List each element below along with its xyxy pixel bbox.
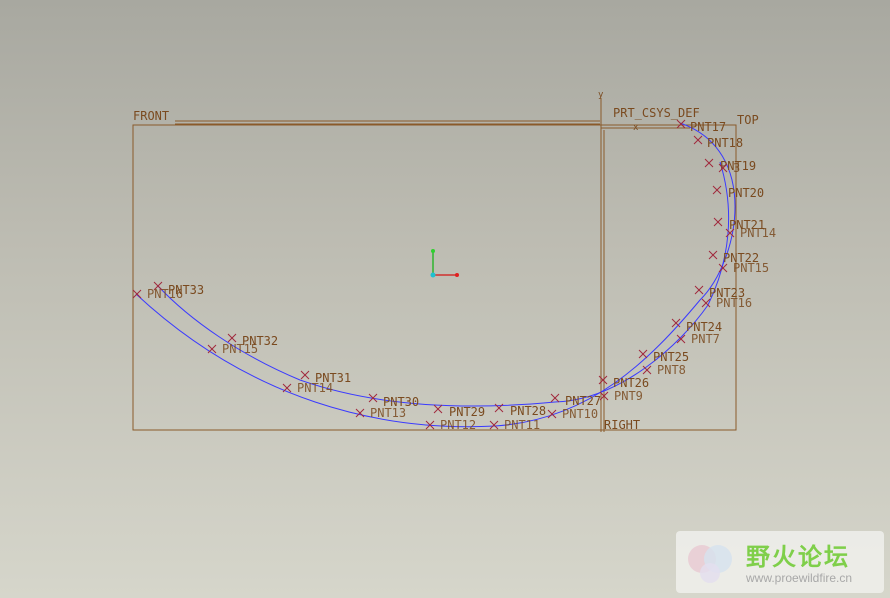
csys-name-label: PRT_CSYS_DEF [613,106,700,120]
point-marker-pnt26[interactable] [598,375,608,385]
point-marker-pnt31[interactable] [300,370,310,380]
inner-point-marker-12[interactable] [282,383,292,393]
inner-point-tag: PNT16 [147,287,183,301]
inner-point-marker-13[interactable] [207,344,217,354]
inner-point-tag: PNT14 [297,381,333,395]
datum-points: PNT17PNT18PNT19PNT20PNT21PNT22PNT23PNT24… [132,119,776,432]
inner-point-tag: PNT15 [222,342,258,356]
top-plane-label: TOP [737,113,759,127]
inner-point-tag: PNT11 [504,418,540,432]
point-label-pnt27: PNT27 [565,394,601,408]
watermark-url: www.proewildfire.cn [746,571,853,585]
inner-point-marker-6[interactable] [642,365,652,375]
point-marker-pnt32[interactable] [227,333,237,343]
orientation-triad-icon [430,249,459,278]
butterfly-logo-icon [688,545,732,583]
watermark-title: 野火论坛 [746,543,850,571]
forum-watermark: 野火论坛 www.proewildfire.cn [676,531,884,593]
prt-csys-def[interactable]: y x PRT_CSYS_DEF [598,90,700,133]
right-plane-label: RIGHT [604,418,640,432]
inner-point-tag: PNT16 [716,296,752,310]
inner-point-tag: PNT9 [614,389,643,403]
point-label-pnt18: PNT18 [707,136,743,150]
inner-point-tag: PNT15 [733,261,769,275]
point-marker-pnt25[interactable] [638,349,648,359]
point-marker-pnt29[interactable] [433,404,443,414]
inner-point-tag: PNT8 [657,363,686,377]
point-marker-pnt23[interactable] [694,285,704,295]
point-marker-pnt22[interactable] [708,250,718,260]
point-label-pnt29: PNT29 [449,405,485,419]
model-viewport[interactable]: FRONT TOP RIGHT y x PRT_CSYS_DEF PNT17 PN… [0,0,890,598]
point-label-pnt28: PNT28 [510,404,546,418]
inner-point-tag: PNT13 [370,406,406,420]
point-marker-pnt27[interactable] [550,393,560,403]
inner-point-marker-11[interactable] [355,408,365,418]
point-marker-pnt24[interactable] [671,318,681,328]
point-label-pnt20: PNT20 [728,186,764,200]
point-label-pnt17: PNT17 [690,120,726,134]
inner-point-marker-9[interactable] [489,420,499,430]
point-marker-pnt21[interactable] [713,217,723,227]
inner-point-tag: PNT14 [740,226,776,240]
inner-point-tag: PNT12 [440,418,476,432]
csys-x-label: x [633,123,639,133]
point-label-pnt26: PNT26 [613,376,649,390]
inner-point-marker-14[interactable] [132,289,142,299]
inner-point-tag: 3 [733,161,740,175]
point-marker-pnt20[interactable] [712,185,722,195]
inner-curve[interactable] [157,161,730,407]
point-marker-pnt19[interactable] [704,158,714,168]
inner-point-tag: PNT10 [562,407,598,421]
csys-y-label: y [598,90,604,100]
inner-point-tag: PNT7 [691,332,720,346]
inner-point-marker-5[interactable] [676,334,686,344]
point-marker-pnt18[interactable] [693,135,703,145]
point-label-pnt25: PNT25 [653,350,689,364]
front-plane-label: FRONT [133,109,169,123]
